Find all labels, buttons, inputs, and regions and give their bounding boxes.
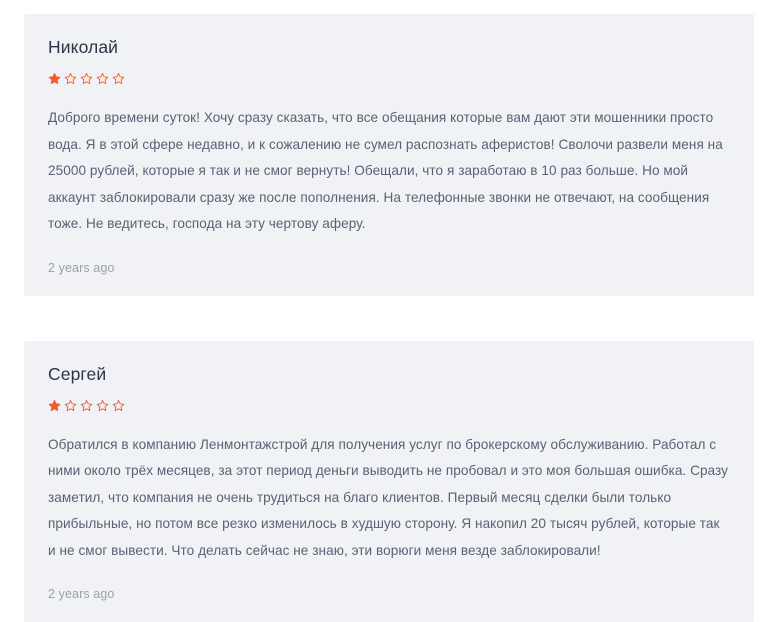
star-outline-icon bbox=[80, 399, 93, 412]
star-rating bbox=[48, 399, 730, 412]
review-body-text: Доброго времени суток! Хочу сразу сказат… bbox=[48, 105, 730, 238]
star-outline-icon bbox=[64, 72, 77, 85]
star-outline-icon bbox=[112, 72, 125, 85]
review-author-name: Николай bbox=[48, 36, 730, 58]
star-outline-icon bbox=[80, 72, 93, 85]
star-outline-icon bbox=[96, 72, 109, 85]
review-card: Николай Доброго времени суток! Хочу сраз… bbox=[24, 14, 754, 296]
star-rating bbox=[48, 72, 730, 85]
review-card: Сергей Обратился в компанию Ленмонтажстр… bbox=[24, 341, 754, 622]
star-outline-icon bbox=[112, 399, 125, 412]
star-outline-icon bbox=[64, 399, 77, 412]
star-filled-icon bbox=[48, 72, 61, 85]
review-date: 2 years ago bbox=[48, 260, 730, 276]
review-body-text: Обратился в компанию Ленмонтажстрой для … bbox=[48, 432, 730, 565]
star-filled-icon bbox=[48, 399, 61, 412]
star-outline-icon bbox=[96, 399, 109, 412]
review-author-name: Сергей bbox=[48, 363, 730, 385]
reviews-list: Николай Доброго времени суток! Хочу сраз… bbox=[0, 0, 778, 622]
